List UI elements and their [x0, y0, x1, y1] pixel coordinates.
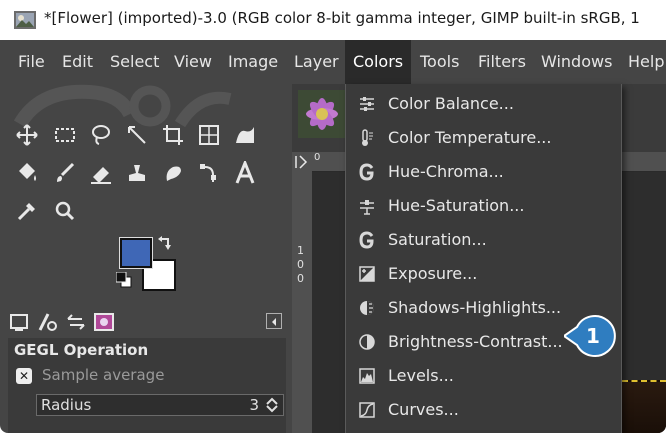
menu-item-label: Color Balance...	[388, 94, 514, 113]
image-canvas-edge[interactable]	[622, 380, 666, 433]
zoom-tool-icon[interactable]	[48, 194, 82, 228]
menu-item-label: Levels...	[388, 366, 454, 385]
tool-options-title: GEGL Operation	[14, 341, 149, 359]
unified-transform-tool-icon[interactable]	[192, 118, 226, 152]
radius-value[interactable]: 3	[249, 396, 259, 414]
rect-select-tool-icon[interactable]	[48, 118, 82, 152]
text-tool-icon[interactable]	[228, 156, 262, 190]
lasso-tool-icon[interactable]	[84, 118, 118, 152]
menu-item-label: Brightness-Contrast...	[388, 332, 563, 351]
fuzzy-select-tool-icon[interactable]	[120, 118, 154, 152]
tool-options-panel: GEGL Operation ✕ Sample average Radius 3	[8, 338, 286, 433]
shadows-highlights-icon	[360, 301, 374, 315]
device-status-tab-icon[interactable]	[36, 310, 60, 334]
gegl-icon	[359, 231, 374, 249]
dock-tab-bar	[8, 310, 282, 336]
menu-colors[interactable]: Colors	[345, 40, 412, 84]
menu-item-label: Hue-Saturation...	[388, 196, 525, 215]
ruler-left-label-3: 0	[297, 272, 304, 285]
toolbox-dock: GEGL Operation ✕ Sample average Radius 3	[0, 84, 292, 433]
menu-item-curves[interactable]: Curves...	[346, 393, 623, 427]
title-bar: *[Flower] (imported)-3.0 (RGB color 8-bi…	[0, 0, 666, 40]
radius-spin-field[interactable]: Radius 3	[36, 394, 284, 416]
step-callout: 1	[562, 313, 626, 359]
bucket-fill-tool-icon[interactable]	[10, 156, 44, 190]
smudge-tool-icon[interactable]	[156, 156, 190, 190]
ruler-left-label-2: 0	[297, 258, 304, 271]
swap-colors-icon[interactable]	[157, 235, 173, 251]
images-tab-icon[interactable]	[92, 310, 116, 334]
clone-tool-icon[interactable]	[120, 156, 154, 190]
menu-edit[interactable]: Edit	[54, 40, 101, 84]
menu-item-color-temperature[interactable]: Color Temperature...	[346, 121, 623, 155]
fg-bg-colors	[112, 234, 182, 299]
window-title: *[Flower] (imported)-3.0 (RGB color 8-bi…	[44, 9, 640, 27]
levels-icon	[359, 368, 375, 384]
menu-file[interactable]: File	[10, 40, 53, 84]
brightness-contrast-icon	[359, 334, 375, 350]
menu-item-label: Hue-Chroma...	[388, 162, 504, 181]
sample-average-label[interactable]: Sample average	[42, 366, 164, 384]
menu-item-exposure[interactable]: Exposure...	[346, 257, 623, 291]
menu-item-hue-chroma[interactable]: Hue-Chroma...	[346, 155, 623, 189]
exposure-icon	[359, 266, 375, 282]
radius-label: Radius	[41, 396, 92, 414]
menu-item-label: Exposure...	[388, 264, 478, 283]
menu-item-levels[interactable]: Levels...	[346, 359, 623, 393]
crop-tool-icon[interactable]	[156, 118, 190, 152]
menu-item-hue-saturation[interactable]: Hue-Saturation...	[346, 189, 623, 223]
tool-options-tab-icon[interactable]	[8, 310, 32, 334]
menu-item-label: Saturation...	[388, 230, 487, 249]
gimp-window: *[Flower] (imported)-3.0 (RGB color 8-bi…	[0, 0, 666, 433]
warp-transform-tool-icon[interactable]	[228, 118, 262, 152]
spin-arrows-icon[interactable]	[264, 397, 280, 413]
menu-item-label: Shadows-Highlights...	[388, 298, 562, 317]
menubar: File Edit Select View Image Layer Colors…	[0, 40, 666, 84]
gegl-icon	[359, 163, 374, 181]
ruler-left-label-1: 1	[297, 244, 304, 257]
menu-view[interactable]: View	[166, 40, 220, 84]
paintbrush-tool-icon[interactable]	[48, 156, 82, 190]
close-icon[interactable]: ✕	[16, 368, 32, 384]
color-balance-icon	[360, 97, 374, 111]
foreground-color-swatch[interactable]	[119, 237, 153, 269]
menu-filters[interactable]: Filters	[470, 40, 534, 84]
menu-layer[interactable]: Layer	[286, 40, 347, 84]
ruler-corner[interactable]	[292, 152, 312, 172]
color-picker-tool-icon[interactable]	[10, 194, 44, 228]
hue-saturation-icon	[360, 200, 374, 215]
menu-tools[interactable]: Tools	[412, 40, 467, 84]
menu-select[interactable]: Select	[102, 40, 167, 84]
menu-item-saturation[interactable]: Saturation...	[346, 223, 623, 257]
paths-tool-icon[interactable]	[192, 156, 226, 190]
menu-item-label: Color Temperature...	[388, 128, 552, 147]
undo-history-tab-icon[interactable]	[64, 310, 88, 334]
menu-help[interactable]: Help	[620, 40, 666, 84]
move-tool-icon[interactable]	[10, 118, 44, 152]
menu-item-color-balance[interactable]: Color Balance...	[346, 87, 623, 121]
default-colors-icon[interactable]	[116, 272, 132, 288]
thermometer-icon	[362, 129, 373, 146]
eraser-tool-icon[interactable]	[84, 156, 118, 190]
image-thumbnail[interactable]	[298, 90, 346, 138]
ruler-top-label: 0	[314, 152, 321, 163]
dock-tab-menu-button[interactable]	[266, 313, 282, 329]
colors-menu-dropdown: Color Balance... Color Temperature... Hu…	[345, 84, 622, 433]
curves-icon	[359, 402, 375, 418]
menu-image[interactable]: Image	[220, 40, 286, 84]
callout-number: 1	[586, 324, 600, 348]
vertical-ruler[interactable]: 1 0 0	[292, 172, 312, 433]
gimp-app-icon	[14, 11, 36, 29]
menu-windows[interactable]: Windows	[533, 40, 620, 84]
menu-item-label: Curves...	[388, 400, 459, 419]
